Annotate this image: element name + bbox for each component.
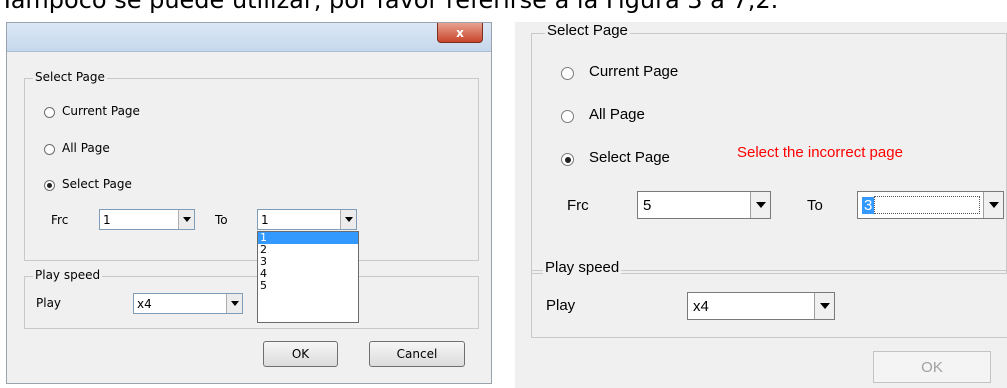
dropdown-arrow-icon[interactable] <box>983 192 1003 218</box>
radio-dot-icon <box>47 183 52 188</box>
dialog-right: Select Page Current Page All Page Select… <box>515 22 1007 388</box>
dropdown-arrow-icon[interactable] <box>178 210 194 229</box>
play-speed-select[interactable]: x4 <box>687 292 835 320</box>
cancel-label: Cancel <box>396 347 438 361</box>
dropdown-arrow-icon[interactable] <box>226 294 242 313</box>
radio-current-page[interactable] <box>561 67 574 80</box>
radio-dot-icon <box>564 156 571 163</box>
radio-current-page[interactable] <box>44 107 55 118</box>
select-page-legend: Select Page <box>33 70 107 84</box>
dialog-left: x Select Page Current Page All Page Sele… <box>6 22 492 384</box>
from-label: Frc <box>567 197 589 214</box>
to-label: To <box>215 213 228 227</box>
radio-all-label: All Page <box>62 141 110 155</box>
from-select[interactable]: 1 <box>99 209 195 230</box>
select-page-legend: Select Page <box>545 22 630 39</box>
to-value: 3 <box>858 192 983 218</box>
play-label: Play <box>36 296 62 310</box>
play-speed-value: x4 <box>137 296 152 311</box>
dropdown-option[interactable]: 5 <box>258 280 358 292</box>
ok-label: OK <box>291 347 310 361</box>
ok-button[interactable]: OK <box>873 351 991 383</box>
to-select[interactable]: 3 <box>857 191 1004 219</box>
error-message: Select the incorrect page <box>737 144 903 161</box>
dropdown-option[interactable]: 4 <box>258 268 358 280</box>
from-value: 1 <box>103 212 111 227</box>
play-speed-select[interactable]: x4 <box>133 293 243 314</box>
to-value-text: 3 <box>862 196 875 214</box>
play-label: Play <box>546 297 576 314</box>
dropdown-option[interactable]: 2 <box>258 244 358 256</box>
to-dropdown-list[interactable]: 12345 <box>257 231 359 323</box>
from-label: Frc <box>51 213 69 227</box>
to-value: 1 <box>261 212 269 227</box>
title-bar <box>7 23 491 52</box>
play-speed-legend: Play speed <box>543 259 622 276</box>
dropdown-options: 12345 <box>258 232 358 292</box>
dropdown-arrow-icon[interactable] <box>340 210 356 229</box>
radio-current-label: Current Page <box>589 63 679 80</box>
close-icon: x <box>456 25 464 40</box>
radio-all-label: All Page <box>589 106 645 123</box>
close-button[interactable]: x <box>437 23 483 43</box>
dropdown-option[interactable]: 1 <box>258 232 358 244</box>
to-label: To <box>807 197 823 214</box>
ok-button[interactable]: OK <box>263 341 338 367</box>
caption-text: Tampoco se puede utilizar, por favor ref… <box>0 0 779 14</box>
radio-select-page[interactable] <box>44 180 55 191</box>
play-speed-value: x4 <box>693 297 709 315</box>
radio-select-label: Select Page <box>589 149 670 166</box>
to-select[interactable]: 1 <box>257 209 357 230</box>
radio-all-page[interactable] <box>44 144 55 155</box>
radio-all-page[interactable] <box>561 110 574 123</box>
from-value: 5 <box>643 196 652 214</box>
play-speed-legend: Play speed <box>33 268 103 282</box>
cancel-button[interactable]: Cancel <box>369 341 465 367</box>
radio-current-label: Current Page <box>62 104 140 118</box>
dropdown-arrow-icon[interactable] <box>814 293 834 319</box>
dropdown-arrow-icon[interactable] <box>750 192 770 218</box>
play-speed-group <box>24 276 479 329</box>
radio-select-label: Select Page <box>62 177 132 191</box>
ok-label: OK <box>921 358 943 376</box>
dropdown-option[interactable]: 3 <box>258 256 358 268</box>
radio-select-page[interactable] <box>561 153 574 166</box>
from-select[interactable]: 5 <box>637 191 771 219</box>
